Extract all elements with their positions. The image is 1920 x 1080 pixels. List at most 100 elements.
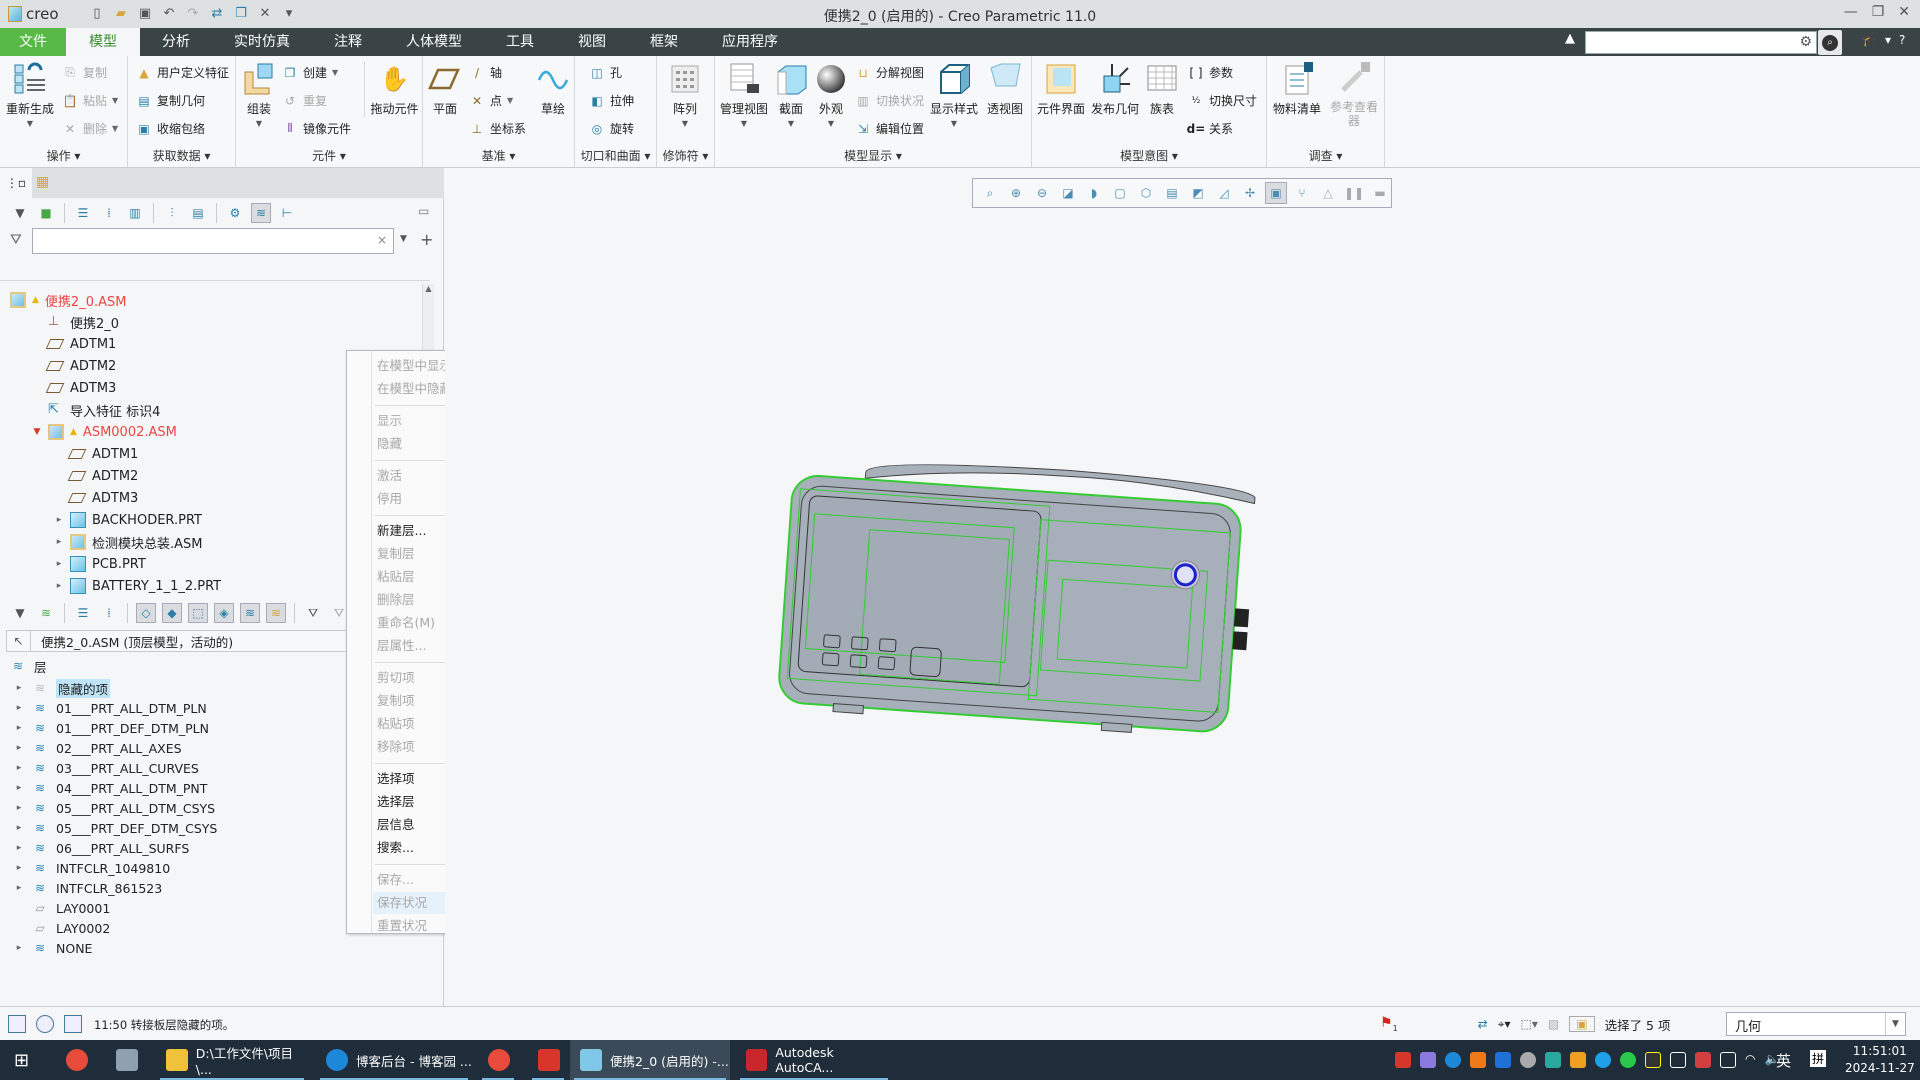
layer-item[interactable]: ▸ ≋ NONE xyxy=(14,938,93,958)
taskbar-edge[interactable]: 博客后台 - 博客园 ... xyxy=(316,1040,472,1080)
layer-item[interactable]: ▱ LAY0001 xyxy=(14,898,110,918)
expand-arrow-icon[interactable]: ▸ xyxy=(14,943,24,953)
tab-model[interactable]: 模型 xyxy=(66,28,140,56)
group-label-model-display[interactable]: 模型显示 ▾ xyxy=(715,147,1031,164)
view-manager-icon[interactable]: ⬡ xyxy=(1135,182,1157,204)
expand-arrow-icon[interactable]: ▸ xyxy=(14,703,24,713)
tray-edge-icon[interactable] xyxy=(1445,1052,1461,1068)
tray-wps-icon[interactable] xyxy=(1395,1052,1411,1068)
tree-item[interactable]: ADTM2 xyxy=(32,355,116,377)
tray-security-icon[interactable] xyxy=(1570,1052,1586,1068)
tree-item[interactable]: ADTM3 xyxy=(54,487,138,509)
expand-arrow-icon[interactable]: ▸ xyxy=(14,863,24,873)
layer-item[interactable]: ▸ ≋ 01___PRT_ALL_DTM_PLN xyxy=(14,698,207,718)
layer-item[interactable]: ▸ ≋ 06___PRT_ALL_SURFS xyxy=(14,838,190,858)
expand-arrow-icon[interactable]: ▸ xyxy=(14,723,24,733)
edit-position-button[interactable]: ⇲ 编辑位置 xyxy=(855,120,924,137)
relations-button[interactable]: d= 关系 xyxy=(1187,120,1233,137)
regen-status-icon[interactable]: ⇄ xyxy=(1478,1017,1488,1031)
tree-item[interactable]: ADTM2 xyxy=(54,465,138,487)
regenerate-button[interactable]: 重新生成 ▼ xyxy=(4,62,56,128)
tray-volume-app-icon[interactable] xyxy=(1695,1052,1711,1068)
group-label-model-intent[interactable]: 模型意图 ▾ xyxy=(1032,147,1266,164)
tray-wechat-icon[interactable] xyxy=(1620,1052,1636,1068)
select-pointer-icon[interactable]: ↖ xyxy=(7,631,31,651)
tray-power-icon[interactable] xyxy=(1645,1052,1661,1068)
layer-item[interactable]: ▸ ≋ 01___PRT_DEF_DTM_PLN xyxy=(14,718,209,738)
parameters-button[interactable]: [ ] 参数 xyxy=(1188,64,1233,81)
section-icon[interactable]: ◿ xyxy=(1213,182,1235,204)
tray-display-icon[interactable] xyxy=(1720,1052,1736,1068)
model-tree-tab[interactable]: ⋮▫ xyxy=(0,168,32,198)
model-3d-view[interactable] xyxy=(765,458,1265,748)
taskbar-snipping-tool[interactable] xyxy=(56,1040,96,1080)
tree-select-icon[interactable]: ⊢ xyxy=(277,203,297,223)
dropdown-icon[interactable]: ▾ xyxy=(1885,33,1891,47)
collapse-all-icon[interactable]: ⁞ xyxy=(99,603,119,623)
selected-items-icon[interactable]: ▣ xyxy=(1569,1016,1595,1032)
tray-usb-icon[interactable] xyxy=(1670,1052,1686,1068)
publish-geometry-button[interactable]: 发布几何 xyxy=(1090,62,1140,117)
tab-annotate[interactable]: 注释 xyxy=(312,28,384,56)
family-table-button[interactable]: 族表 xyxy=(1144,62,1180,117)
display-style-icon[interactable]: ◗ xyxy=(1083,182,1105,204)
layer-blank-icon[interactable]: ⬚ xyxy=(188,603,208,623)
switch-dimensions-button[interactable]: ½ 切换尺寸 xyxy=(1188,92,1257,109)
clock[interactable]: 11:51:01 2024-11-27 xyxy=(1845,1043,1915,1077)
layer-item[interactable]: ▸ ≋ INTFCLR_1049810 xyxy=(14,858,170,878)
layer-save-icon[interactable]: ≋ xyxy=(266,603,286,623)
display-style-button[interactable]: 显示样式 ▼ xyxy=(929,62,979,128)
show-menu-icon[interactable]: ▼ xyxy=(10,603,30,623)
repeat-button[interactable]: ↺ 重复 xyxy=(282,92,327,109)
find-icon[interactable]: ⌖▾ xyxy=(1498,1017,1511,1032)
pattern-button[interactable]: 阵列 ▼ xyxy=(663,62,707,128)
copy-geometry-button[interactable]: ▤ 复制几何 xyxy=(136,92,205,109)
tree-item[interactable]: ADTM3 xyxy=(32,377,116,399)
filter-clear-icon[interactable]: ⛛ xyxy=(303,603,323,623)
tree-item[interactable]: ⊥ 便携2_0 xyxy=(32,311,119,333)
extrude-button[interactable]: ◧ 拉伸 xyxy=(589,92,634,109)
simulation-icon[interactable]: △ xyxy=(1317,182,1339,204)
user-defined-feature-button[interactable]: ▲ 用户定义特征 xyxy=(136,64,229,81)
layer-item[interactable]: ▸ ≋ 03___PRT_ALL_CURVES xyxy=(14,758,199,778)
tab-live-simulation[interactable]: 实时仿真 xyxy=(212,28,312,56)
start-button[interactable]: ⊞ xyxy=(4,1040,44,1080)
expand-arrow-icon[interactable]: ▸ xyxy=(54,515,64,525)
mirror-component-button[interactable]: ⫴ 镜像元件 xyxy=(282,120,351,137)
tree-settings-icon[interactable]: ▤ xyxy=(188,203,208,223)
settings-icon[interactable]: ⚙ xyxy=(225,203,245,223)
graphics-window[interactable] xyxy=(445,168,1920,1006)
layer-root[interactable]: ≋ 层 xyxy=(10,656,47,676)
assemble-button[interactable]: 组装 ▼ xyxy=(240,62,278,128)
component-interface-button[interactable]: 元件界面 xyxy=(1036,62,1086,117)
named-views-icon[interactable]: ▤ xyxy=(1161,182,1183,204)
taskbar-autocad[interactable]: Autodesk AutoCA... xyxy=(736,1040,892,1080)
layer-hide-icon[interactable]: ◈ xyxy=(214,603,234,623)
selection-count[interactable]: 选择了 5 项 xyxy=(1605,1015,1671,1034)
selection-filter-select[interactable]: 几何 ▼ xyxy=(1726,1012,1906,1036)
saved-orientations-icon[interactable]: ▢ xyxy=(1109,182,1131,204)
tree-item[interactable]: ▸ BATTERY_1_1_2.PRT xyxy=(54,575,221,597)
layer-show-icon[interactable]: ◇ xyxy=(136,603,156,623)
layer-all-icon[interactable]: ≋ xyxy=(240,603,260,623)
layer-item[interactable]: ▸ ≋ 05___PRT_DEF_DTM_CSYS xyxy=(14,818,218,838)
spin-center-icon[interactable]: ⑂ xyxy=(1291,182,1313,204)
layer-item[interactable]: ▸ ≋ 04___PRT_ALL_DTM_PNT xyxy=(14,778,208,798)
collapse-all-icon[interactable]: ⁞ xyxy=(99,203,119,223)
tab-manikin[interactable]: 人体模型 xyxy=(384,28,484,56)
tray-app-icon[interactable] xyxy=(1420,1052,1436,1068)
group-label-datum[interactable]: 基准 ▾ xyxy=(423,147,574,164)
collapse-arrow-icon[interactable]: ▼ xyxy=(32,427,42,437)
tab-applications[interactable]: 应用程序 xyxy=(700,28,800,56)
learning-icon[interactable]: 🎓 xyxy=(1862,33,1877,47)
restore-icon[interactable]: ❐ xyxy=(1872,4,1885,20)
group-label-operations[interactable]: 操作 ▾ xyxy=(0,147,127,164)
flag-icon[interactable]: ⚑1 xyxy=(1380,1015,1398,1033)
expand-all-icon[interactable]: ☰ xyxy=(73,603,93,623)
tree-item[interactable]: ▸ PCB.PRT xyxy=(54,553,146,575)
taskbar-creo[interactable]: 便携2_0 (启用的) -... xyxy=(570,1040,730,1080)
expand-arrow-icon[interactable]: ▸ xyxy=(14,783,24,793)
expand-arrow-icon[interactable]: ▸ xyxy=(14,743,24,753)
input-language[interactable]: 英 xyxy=(1776,1050,1791,1071)
pause-icon[interactable]: ❚❚ xyxy=(1343,182,1365,204)
